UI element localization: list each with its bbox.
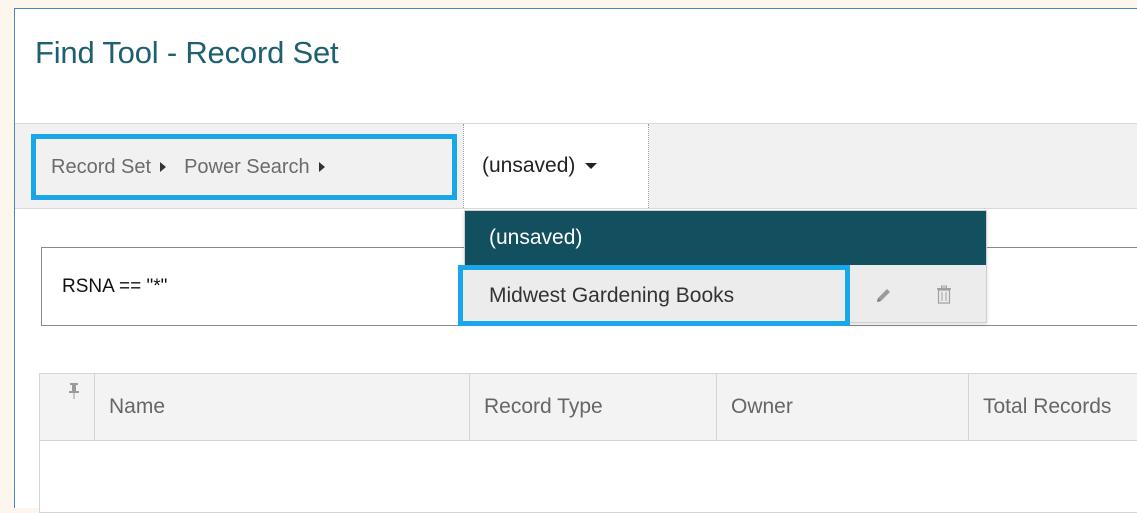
table-header: Name Record Type Owner Total Records [40,374,1137,441]
trash-icon[interactable] [935,285,953,305]
dropdown-item-label: (unsaved) [489,226,583,249]
record-set-dropdown-menu: (unsaved) Midwest Gardening Books [458,210,987,326]
record-set-dropdown-value: (unsaved) [482,154,576,177]
caret-down-icon [585,163,598,169]
column-header-total-records[interactable]: Total Records [969,374,1137,440]
page-title: Find Tool - Record Set [35,35,339,70]
breadcrumb-label: Power Search [184,155,310,178]
dropdown-item-label: Midwest Gardening Books [489,283,735,307]
query-text: RSNA == "*" [62,275,168,297]
breadcrumb-item-record-set[interactable]: Record Set [51,156,184,179]
breadcrumb: Record Set Power Search [31,134,457,200]
dropdown-item-midwest-gardening-books[interactable]: Midwest Gardening Books [458,265,850,326]
column-header-owner[interactable]: Owner [717,374,969,440]
find-tool-panel: Find Tool - Record Set Record Set Power … [14,8,1137,513]
record-set-dropdown[interactable]: (unsaved) [463,124,649,208]
pin-icon [69,383,79,399]
column-header-record-type[interactable]: Record Type [470,374,717,440]
pin-column[interactable] [40,374,95,440]
breadcrumb-item-power-search[interactable]: Power Search [184,156,325,179]
pencil-icon[interactable] [874,285,894,305]
breadcrumb-label: Record Set [51,155,152,178]
caret-right-icon [160,162,167,172]
results-table: Name Record Type Owner Total Records [39,373,1137,513]
caret-right-icon [318,162,325,172]
toolbar: Record Set Power Search (unsaved) [15,123,1137,209]
dropdown-item-unsaved[interactable]: (unsaved) [465,211,986,265]
column-header-name[interactable]: Name [95,374,470,440]
